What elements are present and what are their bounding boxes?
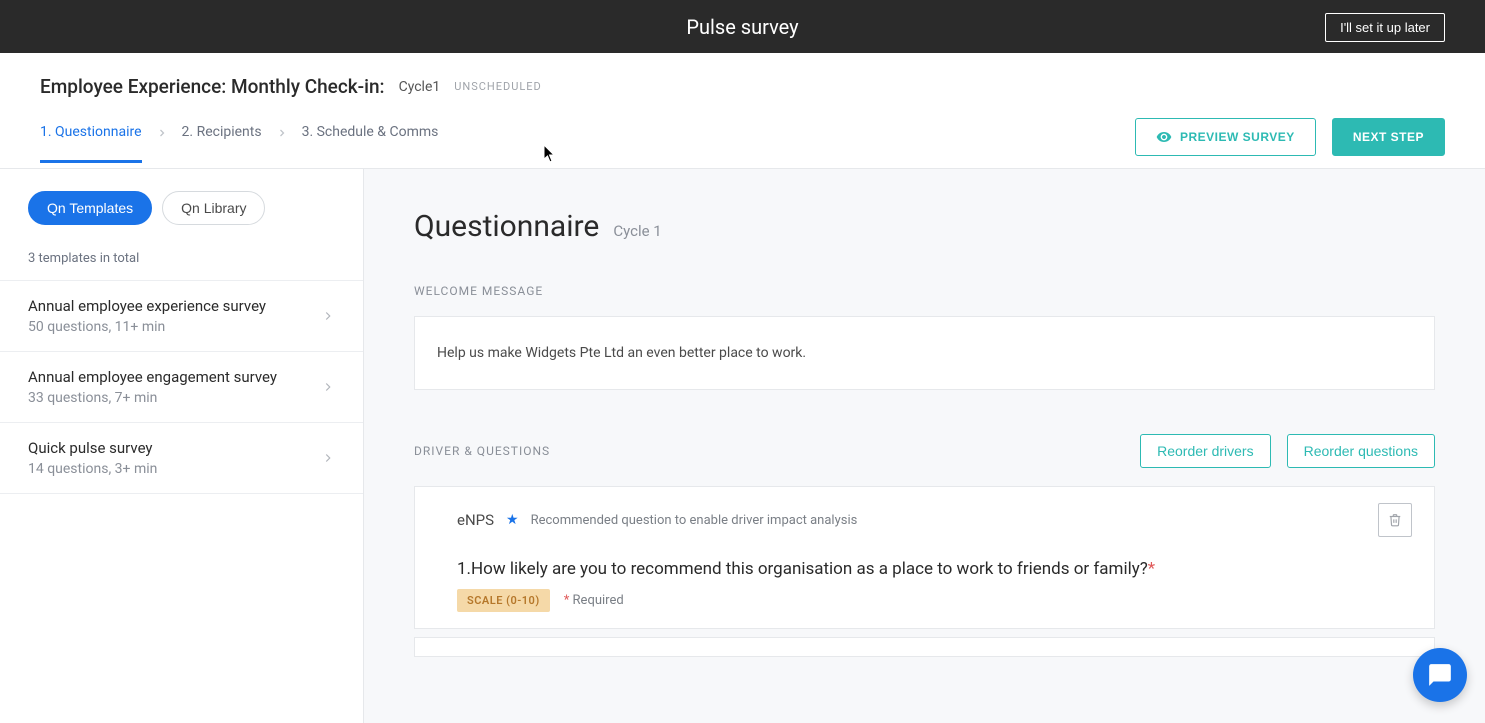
step-recipients[interactable]: 2. Recipients (182, 124, 262, 163)
step-schedule-comms[interactable]: 3. Schedule & Comms (302, 124, 439, 163)
chevron-right-icon (321, 309, 335, 323)
dq-label: DRIVER & QUESTIONS (414, 444, 550, 458)
main-panel: Questionnaire Cycle 1 WELCOME MESSAGE He… (364, 169, 1485, 723)
question-card-head: eNPS ★ Recommended question to enable dr… (457, 503, 1412, 537)
template-name: Annual employee engagement survey (28, 368, 277, 386)
wizard-steps: 1. Questionnaire 2. Recipients 3. Schedu… (40, 124, 438, 163)
delete-question-button[interactable] (1378, 503, 1412, 537)
content-wrap: Qn Templates Qn Library 3 templates in t… (0, 169, 1485, 723)
question-body: 1.How likely are you to recommend this o… (457, 559, 1148, 579)
template-item[interactable]: Annual employee experience survey 50 que… (0, 280, 363, 351)
main-title-row: Questionnaire Cycle 1 (414, 209, 1435, 244)
tab-qn-library[interactable]: Qn Library (162, 191, 265, 225)
topbar: Pulse survey I'll set it up later (0, 0, 1485, 53)
subheader: Employee Experience: Monthly Check-in: C… (0, 53, 1485, 169)
template-meta: 33 questions, 7+ min (28, 390, 277, 406)
preview-survey-label: PREVIEW SURVEY (1180, 130, 1295, 144)
app-title: Pulse survey (686, 15, 798, 39)
template-name: Annual employee experience survey (28, 297, 266, 315)
welcome-label: WELCOME MESSAGE (414, 284, 1435, 298)
driver-row: eNPS ★ Recommended question to enable dr… (457, 511, 857, 529)
status-badge: UNSCHEDULED (454, 80, 542, 93)
template-item[interactable]: Annual employee engagement survey 33 que… (0, 351, 363, 422)
required-label: * Required (564, 593, 624, 608)
reorder-questions-button[interactable]: Reorder questions (1287, 434, 1435, 468)
sidebar: Qn Templates Qn Library 3 templates in t… (0, 169, 364, 723)
templates-count: 3 templates in total (0, 243, 363, 280)
eye-icon (1156, 129, 1172, 145)
chevron-right-icon (276, 127, 288, 159)
sidebar-tabs: Qn Templates Qn Library (0, 169, 363, 243)
cycle-label: Cycle1 (399, 79, 441, 95)
chat-icon (1427, 662, 1453, 688)
tab-qn-templates[interactable]: Qn Templates (28, 191, 152, 225)
dq-buttons: Reorder drivers Reorder questions (1140, 434, 1435, 468)
chevron-right-icon (321, 380, 335, 394)
survey-title-row: Employee Experience: Monthly Check-in: C… (40, 75, 1445, 98)
scale-badge: SCALE (0-10) (457, 589, 550, 612)
question-meta-row: SCALE (0-10) * Required (457, 589, 1412, 612)
welcome-message-box[interactable]: Help us make Widgets Pte Ltd an even bet… (414, 316, 1435, 390)
step-questionnaire[interactable]: 1. Questionnaire (40, 124, 142, 163)
template-meta: 14 questions, 3+ min (28, 461, 157, 477)
template-item[interactable]: Quick pulse survey 14 questions, 3+ min (0, 422, 363, 494)
cycle-indicator: Cycle 1 (613, 222, 661, 240)
question-text: 1.How likely are you to recommend this o… (457, 559, 1412, 579)
question-card-collapsed[interactable] (414, 637, 1435, 657)
steps-row: 1. Questionnaire 2. Recipients 3. Schedu… (40, 118, 1445, 168)
reorder-drivers-button[interactable]: Reorder drivers (1140, 434, 1270, 468)
setup-later-button[interactable]: I'll set it up later (1325, 13, 1445, 42)
required-asterisk: * (1148, 559, 1155, 579)
action-buttons: PREVIEW SURVEY NEXT STEP (1135, 118, 1445, 168)
next-step-button[interactable]: NEXT STEP (1332, 118, 1445, 156)
chevron-right-icon (156, 127, 168, 159)
driver-questions-header: DRIVER & QUESTIONS Reorder drivers Reord… (414, 434, 1435, 468)
star-icon: ★ (506, 512, 519, 528)
question-card[interactable]: eNPS ★ Recommended question to enable dr… (414, 486, 1435, 629)
chat-fab[interactable] (1413, 648, 1467, 702)
driver-name: eNPS (457, 511, 494, 529)
page-title: Questionnaire (414, 209, 599, 244)
recommended-text: Recommended question to enable driver im… (531, 513, 858, 528)
trash-icon (1388, 513, 1402, 527)
survey-title: Employee Experience: Monthly Check-in: (40, 75, 385, 98)
preview-survey-button[interactable]: PREVIEW SURVEY (1135, 118, 1316, 156)
chevron-right-icon (321, 451, 335, 465)
template-meta: 50 questions, 11+ min (28, 319, 266, 335)
template-name: Quick pulse survey (28, 439, 157, 457)
next-step-label: NEXT STEP (1353, 130, 1424, 144)
